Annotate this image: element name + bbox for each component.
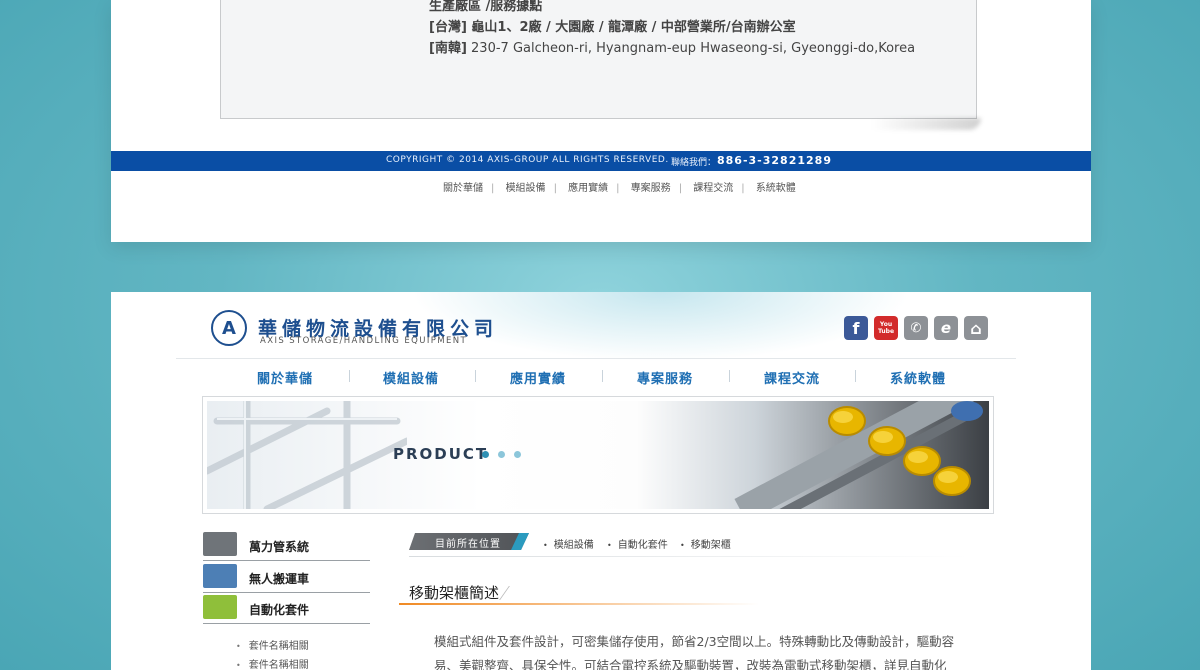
youtube-glyph: You Tube	[877, 321, 895, 335]
footer-link-about[interactable]: 關於華儲	[443, 183, 483, 194]
banner-dot-active[interactable]	[482, 451, 489, 458]
pipe-system-thumbnail	[203, 532, 237, 556]
epaper-glyph: e	[940, 319, 952, 337]
agv-thumbnail	[203, 564, 237, 588]
footer-link-divider: |	[491, 183, 495, 194]
sidebar-item-pipe-system[interactable]: 萬力管系統	[203, 530, 370, 561]
banner-dot[interactable]	[514, 451, 521, 458]
sidebar-item-label: 無人搬運車	[249, 572, 310, 586]
footer-link-divider: |	[678, 183, 683, 194]
section-title: 移動架櫃簡述	[409, 584, 500, 602]
banner-product-word: PRODUCT	[393, 445, 489, 463]
facebook-icon[interactable]: f	[844, 316, 868, 340]
footer-card: 生產廠區 /服務據點 [台灣] 龜山1、2廠 / 大園廠 / 龍潭廠 / 中部營…	[111, 0, 1091, 242]
youtube-icon[interactable]: You Tube	[874, 316, 898, 340]
contact-label: 聯絡我們：	[671, 158, 717, 168]
footer-link-cases[interactable]: 應用實績	[568, 183, 608, 194]
main-card: A 華儲物流設備有限公司 AXIS STORAGE/HANDLING EQUIP…	[111, 292, 1091, 670]
location-tag-label: 目前所在位置	[435, 539, 501, 550]
title-underline	[399, 603, 759, 605]
nav-courses[interactable]: 課程交流	[764, 368, 820, 387]
nav-cases[interactable]: 應用實績	[510, 368, 566, 387]
nav-separator	[475, 370, 476, 382]
footer-link-divider: |	[741, 183, 745, 194]
product-banner: PRODUCT	[202, 396, 994, 514]
header-divider	[176, 358, 1016, 359]
nav-about[interactable]: 關於華儲	[257, 368, 313, 387]
brand-name-en: AXIS STORAGE/HANDLING EQUIPMENT	[260, 336, 468, 346]
nav-separator	[729, 370, 730, 382]
banner-dot[interactable]	[498, 451, 505, 458]
automation-kit-thumbnail	[203, 595, 237, 619]
nav-separator	[602, 370, 603, 382]
address-box-shadow	[871, 118, 981, 130]
copyright-text: COPYRIGHT © 2014 AXIS-GROUP ALL RIGHTS R…	[386, 155, 669, 165]
copyright-bar: COPYRIGHT © 2014 AXIS-GROUP ALL RIGHTS R…	[111, 151, 1091, 171]
epaper-icon[interactable]: e	[934, 316, 958, 340]
footer-link-courses[interactable]: 課程交流	[693, 183, 733, 194]
home-glyph: ⌂	[970, 318, 982, 338]
breadcrumb-divider	[409, 556, 969, 557]
address-korea: 230-7 Galcheon-ri, Hyangnam-eup Hwaseong…	[471, 41, 916, 56]
nav-modules[interactable]: 模組設備	[383, 368, 439, 387]
home-icon[interactable]: ⌂	[964, 316, 988, 340]
contact-phone[interactable]: 886-3-32821289	[717, 154, 832, 167]
banner-image: PRODUCT	[207, 401, 989, 509]
description-text: 模組式組件及套件設計，可密集儲存使用，節省2/3空間以上。特殊轉動比及傳動設計，…	[434, 634, 955, 670]
title-slash-decoration	[499, 586, 528, 600]
phone-glyph: ✆	[910, 320, 922, 336]
roller-conveyor-illustration	[734, 401, 983, 509]
footer-link-divider: |	[553, 183, 557, 194]
sidebar-item-label: 萬力管系統	[249, 540, 310, 554]
nav-software[interactable]: 系統軟體	[890, 368, 946, 387]
sidebar-sub-item[interactable]: 套件名稱相關	[236, 637, 309, 652]
logo-letter: A	[222, 317, 236, 339]
footer-links: 關於華儲 | 模組設備 | 應用實績 | 專案服務 | 課程交流 | 系統軟體	[443, 179, 796, 194]
address-taiwan: [台灣] 龜山1、2廠 / 大園廠 / 龍潭廠 / 中部營業所/台南辦公室	[429, 20, 796, 35]
nav-separator	[349, 370, 350, 382]
footer-link-divider: |	[616, 183, 620, 194]
address-korea-label: [南韓]	[429, 41, 467, 56]
breadcrumb-mobile-rack[interactable]: 移動架櫃	[680, 536, 731, 551]
axis-logo[interactable]: A	[211, 310, 247, 346]
nav-projects[interactable]: 專案服務	[637, 368, 693, 387]
footer-link-modules[interactable]: 模組設備	[506, 183, 546, 194]
pipe-frame-illustration	[207, 401, 407, 509]
footer-link-software[interactable]: 系統軟體	[756, 183, 796, 194]
sidebar-item-automation-kit[interactable]: 自動化套件	[203, 593, 370, 624]
address-korea-row: [南韓] 230-7 Galcheon-ri, Hyangnam-eup Hwa…	[429, 37, 915, 56]
footer-link-projects[interactable]: 專案服務	[631, 183, 671, 194]
nav-separator	[855, 370, 856, 382]
breadcrumb-modules[interactable]: 模組設備	[543, 536, 594, 551]
sidebar-item-agv[interactable]: 無人搬運車	[203, 562, 370, 593]
sidebar-sub-item[interactable]: 套件名稱相關	[236, 656, 309, 670]
phone-icon[interactable]: ✆	[904, 316, 928, 340]
breadcrumb-automation-kit[interactable]: 自動化套件	[607, 536, 668, 551]
sidebar-item-label: 自動化套件	[249, 603, 310, 617]
address-heading: 生產廠區 /服務據點	[429, 0, 543, 14]
facebook-glyph: f	[852, 318, 860, 338]
